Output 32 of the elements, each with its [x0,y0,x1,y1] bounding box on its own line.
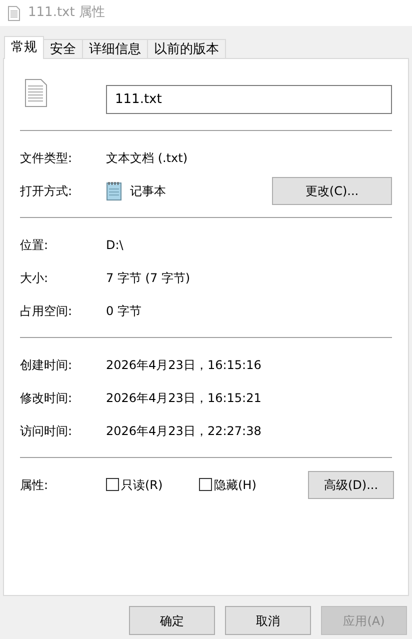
field-label: 大小: [20,270,50,286]
app-name: 记事本 [130,182,166,200]
document-icon [8,6,20,20]
notepad-icon [106,180,122,200]
field-label: 创建时间: [20,356,74,374]
field-value: 2026年4月23日，22:27:38 [106,422,262,440]
tab[interactable]: 以前的版本 [147,39,226,59]
checkbox-option[interactable]: 只读(R) [106,476,199,494]
field-label: 修改时间: [20,390,74,406]
dialog-button[interactable]: 取消 [225,606,311,635]
field-label: 属性: [20,476,50,494]
field-label: 位置: [20,236,50,254]
field-value: 2026年4月23日，16:15:21 [106,390,262,406]
field-value: 2026年4月23日，16:15:16 [106,356,262,374]
file-name-field[interactable]: 111.txt [106,85,392,114]
window-title: 111.txt 属性 [28,4,105,22]
field-label: 打开方式: [20,182,74,200]
checkbox[interactable] [106,478,119,491]
dialog-button[interactable]: 确定 [129,606,215,635]
field-value: 7 字节 (7 字节) [106,270,190,286]
field-value: 文本文档 (.txt) [106,150,188,166]
field-label: 访问时间: [20,422,74,440]
tab[interactable]: 常规 [4,36,44,59]
field-value: 0 字节 [106,302,142,320]
field-label: 占用空间: [20,302,74,320]
change-button[interactable]: 更改(C)... [272,176,392,204]
advanced-button[interactable]: 高级(D)... [308,470,394,498]
checkbox-option[interactable]: 隐藏(H) [199,476,292,494]
field-label: 文件类型: [20,150,74,166]
field-value: D:\ [106,236,124,254]
checkbox[interactable] [199,478,212,491]
text-file-icon [25,79,47,107]
